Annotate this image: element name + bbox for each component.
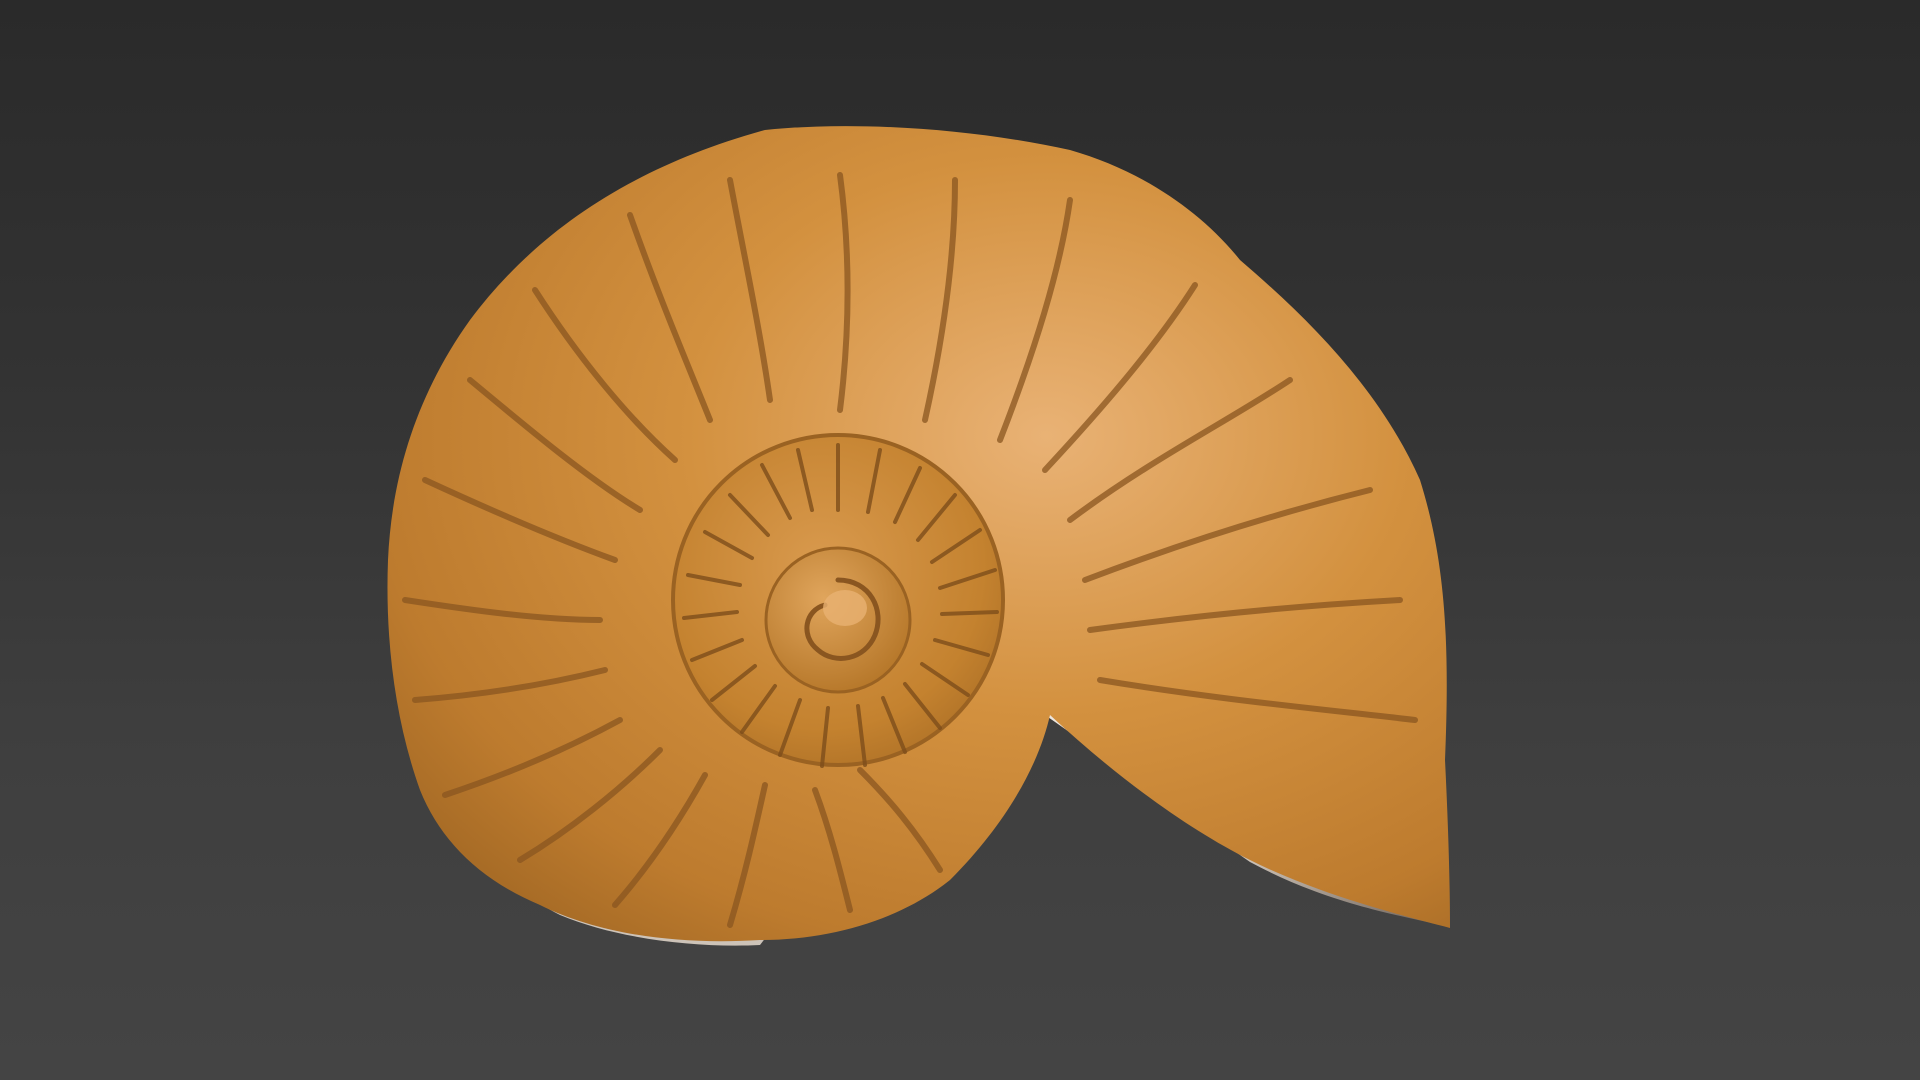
nautilus-shell-render[interactable] [0,0,1920,1080]
core-highlight [823,590,867,626]
3d-viewport[interactable] [0,0,1920,1080]
